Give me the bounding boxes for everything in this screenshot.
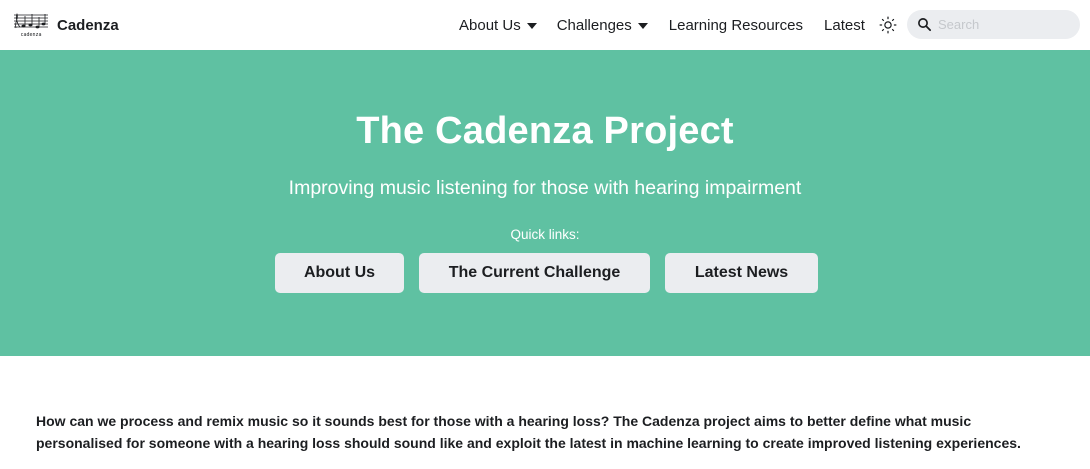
nav-items: About Us Challenges Learning Resources L… bbox=[459, 0, 899, 50]
hero-title: The Cadenza Project bbox=[356, 110, 734, 152]
nav-challenges-dropdown[interactable]: Challenges bbox=[557, 17, 648, 34]
hero-banner: The Cadenza Project Improving music list… bbox=[0, 50, 1090, 356]
nav-challenges-label: Challenges bbox=[556, 16, 632, 34]
search-input[interactable] bbox=[938, 10, 1073, 39]
brand-link[interactable]: cadenza Cadenza bbox=[12, 10, 119, 40]
cadenza-logo: cadenza bbox=[14, 13, 48, 38]
brand-title: Cadenza bbox=[57, 16, 119, 34]
svg-text:cadenza: cadenza bbox=[20, 32, 41, 38]
nav-latest-label: Latest bbox=[824, 16, 865, 34]
latest-news-button[interactable]: Latest News bbox=[665, 253, 818, 293]
nav-latest-link[interactable]: Latest bbox=[824, 17, 865, 34]
search-icon bbox=[918, 18, 932, 32]
caret-down-icon bbox=[526, 22, 537, 29]
search-box bbox=[907, 10, 1080, 39]
current-challenge-button[interactable]: The Current Challenge bbox=[419, 253, 650, 293]
nav-learning-resources-label: Learning Resources bbox=[668, 16, 804, 34]
about-us-button[interactable]: About Us bbox=[275, 253, 404, 293]
quick-links-label: Quick links: bbox=[510, 227, 580, 242]
nav-about-us-label: About Us bbox=[459, 16, 521, 34]
intro-paragraph: How can we process and remix music so it… bbox=[36, 413, 1021, 451]
navbar: cadenza Cadenza About Us Challenges Lear… bbox=[0, 0, 1090, 50]
caret-down-icon bbox=[637, 22, 648, 29]
sun-icon bbox=[879, 16, 897, 34]
nav-learning-resources-link[interactable]: Learning Resources bbox=[669, 17, 803, 34]
hero-subtitle: Improving music listening for those with… bbox=[288, 177, 802, 199]
theme-toggle-button[interactable] bbox=[877, 14, 899, 36]
nav-about-us-dropdown[interactable]: About Us bbox=[459, 17, 537, 34]
